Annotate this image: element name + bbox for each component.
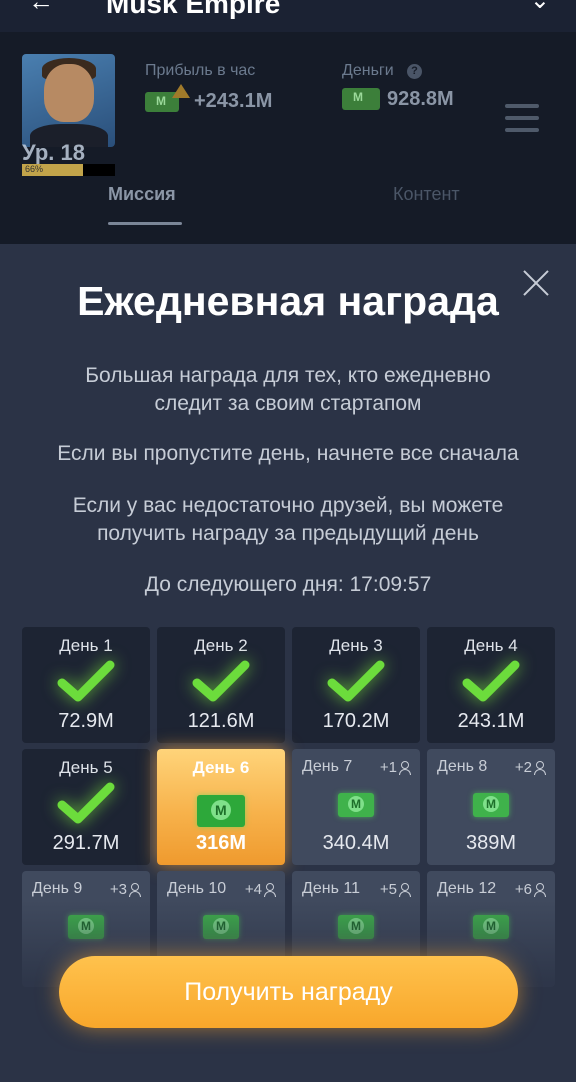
modal-title: Ежедневная награда bbox=[77, 278, 499, 324]
day-label: День 11 bbox=[302, 880, 360, 897]
friend-icon bbox=[399, 761, 411, 775]
day-reward-amount: 316M bbox=[195, 832, 247, 854]
day-card: День 2 121.6M bbox=[157, 627, 285, 743]
friend-icon bbox=[264, 883, 276, 897]
cash-icon bbox=[473, 793, 509, 817]
day-label: День 4 bbox=[464, 636, 518, 655]
day-label: День 3 bbox=[329, 636, 383, 655]
friends-required: +3 bbox=[109, 881, 141, 898]
app-title: Musk Empire bbox=[106, 0, 281, 19]
back-icon[interactable]: ← bbox=[28, 0, 54, 17]
checkmark-icon bbox=[461, 657, 521, 707]
friend-icon bbox=[399, 883, 411, 897]
day-label: День 8 bbox=[437, 758, 488, 775]
friend-icon bbox=[129, 883, 141, 897]
friend-icon bbox=[534, 883, 546, 897]
friends-required-count: +5 bbox=[379, 881, 397, 898]
checkmark-icon bbox=[191, 657, 251, 707]
cash-icon bbox=[338, 793, 374, 817]
top-bar: ← Musk Empire ⌄ bbox=[0, 0, 576, 32]
day-label: День 2 bbox=[194, 636, 248, 655]
friends-required-count: +6 bbox=[514, 881, 532, 898]
money-value: 928.8M bbox=[387, 88, 454, 110]
tab-active-underline bbox=[108, 222, 182, 225]
modal-warning: Если вы пропустите день, начнете все сна… bbox=[57, 442, 519, 465]
friends-required: +4 bbox=[244, 881, 276, 898]
arrow-up-icon bbox=[172, 84, 190, 98]
day-card: День 5 291.7M bbox=[22, 749, 150, 865]
day-card[interactable]: День 6 316M bbox=[157, 749, 285, 865]
cash-icon bbox=[197, 795, 245, 827]
friends-required-count: +4 bbox=[244, 881, 262, 898]
day-reward-amount: 170.2M bbox=[322, 710, 390, 732]
friends-required: +5 bbox=[379, 881, 411, 898]
friends-required: +2 bbox=[514, 759, 546, 776]
day-reward-amount: 243.1M bbox=[457, 710, 525, 732]
help-icon[interactable]: ? bbox=[407, 64, 422, 79]
tab-content[interactable]: Контент bbox=[393, 184, 460, 205]
day-card: День 1 72.9M bbox=[22, 627, 150, 743]
day-label: День 7 bbox=[302, 758, 353, 775]
day-reward-amount: 389M bbox=[465, 832, 517, 854]
friend-icon bbox=[534, 761, 546, 775]
checkmark-icon bbox=[56, 779, 116, 829]
day-label: День 1 bbox=[59, 636, 113, 655]
day-label: День 6 bbox=[192, 758, 250, 777]
day-label: День 9 bbox=[32, 880, 83, 897]
level-label: Ур. 18 bbox=[22, 140, 85, 165]
day-reward-amount: 291.7M bbox=[52, 832, 120, 854]
modal-friends-note: Если у вас недостаточно друзей, вы может… bbox=[72, 494, 504, 545]
avatar-face bbox=[44, 64, 94, 122]
hamburger-menu-icon[interactable] bbox=[505, 104, 539, 140]
day-card: День 3 170.2M bbox=[292, 627, 420, 743]
checkmark-icon bbox=[326, 657, 386, 707]
claim-reward-button[interactable]: Получить награду bbox=[59, 956, 518, 1028]
level-progress-text: 66% bbox=[25, 164, 44, 174]
avatar[interactable] bbox=[22, 54, 115, 147]
day-reward-amount: 121.6M bbox=[187, 710, 255, 732]
level-progress-bar: 66% bbox=[22, 164, 115, 176]
tab-mission[interactable]: Миссия bbox=[108, 184, 176, 205]
next-day-timer: До следующего дня: 17:09:57 bbox=[144, 573, 432, 596]
day-reward-amount: 340.4M bbox=[322, 832, 390, 854]
checkmark-icon bbox=[56, 657, 116, 707]
day-label: День 10 bbox=[167, 880, 227, 897]
friends-required-count: +2 bbox=[514, 759, 532, 776]
profile-header: Ур. 18 66% Прибыль в час +243.1M Деньги … bbox=[0, 32, 576, 244]
profit-value: +243.1M bbox=[194, 90, 273, 112]
day-label: День 12 bbox=[437, 880, 497, 897]
day-label: День 5 bbox=[59, 758, 113, 777]
money-label: Деньги bbox=[342, 62, 394, 79]
day-card: День 8 +2 389M bbox=[427, 749, 555, 865]
modal-description: Большая награда для тех, кто ежедневно с… bbox=[85, 364, 491, 415]
day-card: День 7 +1 340.4M bbox=[292, 749, 420, 865]
chevron-down-icon[interactable]: ⌄ bbox=[530, 0, 550, 15]
friends-required-count: +1 bbox=[379, 759, 397, 776]
friends-required: +1 bbox=[379, 759, 411, 776]
profit-label: Прибыль в час bbox=[145, 62, 256, 79]
friends-required-count: +3 bbox=[109, 881, 127, 898]
day-reward-amount: 72.9M bbox=[58, 710, 114, 732]
cash-icon bbox=[342, 88, 380, 110]
friends-required: +6 bbox=[514, 881, 546, 898]
day-card: День 4 243.1M bbox=[427, 627, 555, 743]
